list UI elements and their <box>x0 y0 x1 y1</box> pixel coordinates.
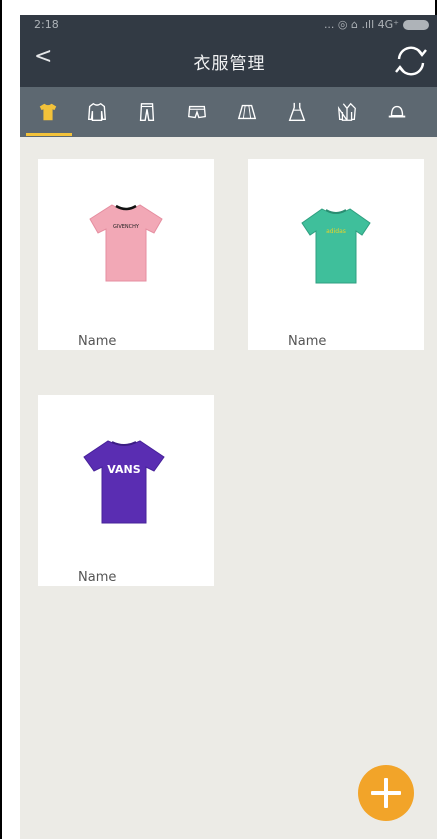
tab-coat[interactable] <box>327 87 367 137</box>
tab-skirt[interactable] <box>227 87 267 137</box>
hat-icon <box>388 105 406 118</box>
pink-tshirt-image: GIVENCHY <box>89 204 163 282</box>
active-tab-indicator <box>26 133 72 136</box>
tshirt-icon <box>39 103 57 121</box>
tab-tshirt[interactable] <box>28 87 68 137</box>
shorts-icon <box>188 105 206 119</box>
page-title: 衣服管理 <box>193 54 266 74</box>
coat-icon <box>337 102 356 121</box>
status-time: 2:18 <box>34 18 59 31</box>
shirt-print-text: GIVENCHY <box>113 224 140 230</box>
app-screen: 2:18 ... ◎ ⌂ .ıll 4G⁺ < 衣服管理 GIVENCHY Na… <box>20 15 437 839</box>
status-icons: ... ◎ ⌂ .ıll 4G⁺ <box>323 18 399 31</box>
status-bar: 2:18 ... ◎ ⌂ .ıll 4G⁺ <box>20 15 437 35</box>
clothing-card[interactable]: adidas Name <box>248 159 424 350</box>
clothing-card[interactable]: VANS Name <box>38 395 214 586</box>
skirt-icon <box>237 104 257 120</box>
purple-tshirt-image: VANS <box>83 440 165 524</box>
shirt-print-text: VANS <box>107 463 140 476</box>
add-button[interactable] <box>358 765 414 821</box>
pants-icon <box>139 103 155 121</box>
item-name: Name <box>78 334 117 349</box>
clothing-card[interactable]: GIVENCHY Name <box>38 159 214 350</box>
battery-icon <box>403 19 429 30</box>
refresh-icon[interactable] <box>391 41 431 81</box>
item-name: Name <box>288 334 327 349</box>
shirt-print-text: adidas <box>326 228 346 235</box>
status-indicators: ... ◎ ⌂ .ıll 4G⁺ <box>324 18 429 31</box>
app-bar: < 衣服管理 <box>20 35 437 87</box>
dress-icon <box>288 102 306 121</box>
tab-pants[interactable] <box>127 87 167 137</box>
item-name: Name <box>78 570 117 585</box>
tab-dress[interactable] <box>277 87 317 137</box>
tab-shorts[interactable] <box>177 87 217 137</box>
sweater-icon <box>88 102 106 121</box>
green-tshirt-image: adidas <box>301 208 371 284</box>
category-tabs <box>20 87 437 137</box>
phone-frame: 2:18 ... ◎ ⌂ .ıll 4G⁺ < 衣服管理 GIVENCHY Na… <box>0 0 437 839</box>
tab-sweater[interactable] <box>77 87 117 137</box>
tab-hat[interactable] <box>377 87 417 137</box>
